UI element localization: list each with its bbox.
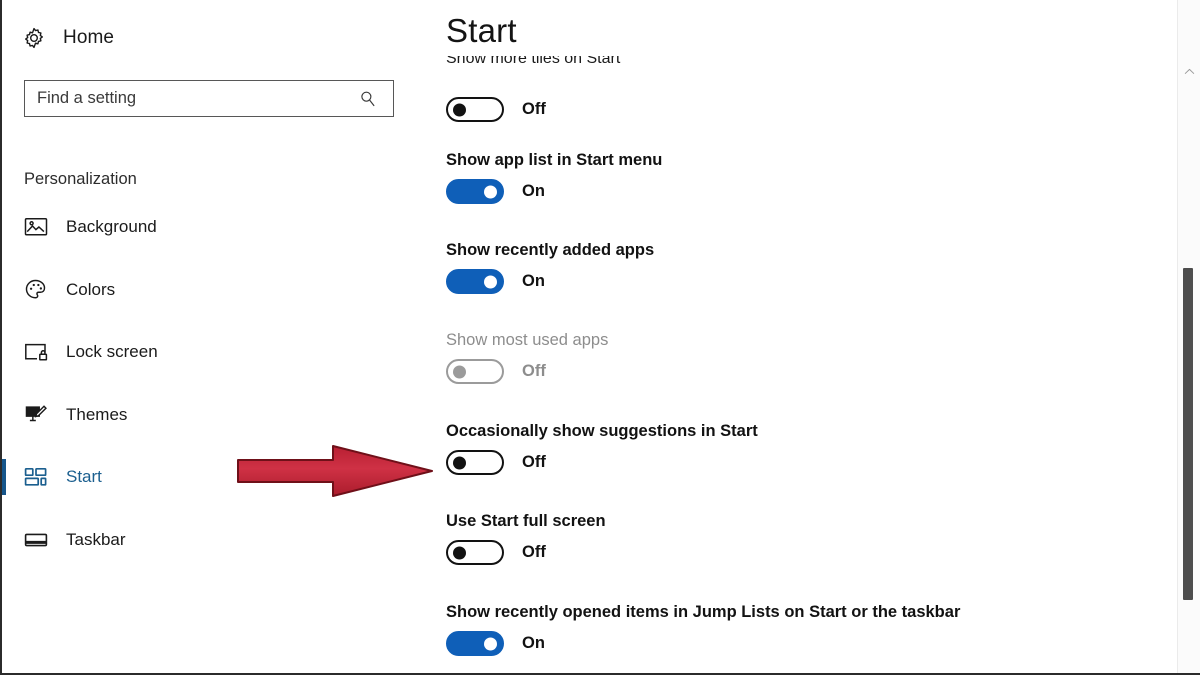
toggle-knob <box>484 637 497 650</box>
home-button[interactable]: Home <box>22 20 114 56</box>
themes-brush-icon <box>24 404 50 426</box>
toggle-state-label: On <box>522 634 545 652</box>
scroll-up-button[interactable] <box>1178 60 1200 82</box>
taskbar-icon <box>24 529 50 551</box>
vertical-scrollbar[interactable] <box>1177 0 1200 673</box>
palette-icon <box>24 279 50 301</box>
search-icon[interactable] <box>359 90 377 108</box>
setting-use-start-full-screen: Use Start full screen Off <box>446 511 1146 565</box>
nav-group-title: Personalization <box>24 170 137 188</box>
toggle-show-app-list[interactable] <box>446 179 504 204</box>
setting-occasionally-show-suggestions: Occasionally show suggestions in Start O… <box>446 421 1146 475</box>
setting-label: Show most used apps <box>446 331 609 349</box>
setting-label: Show more tiles on Start <box>446 56 621 67</box>
nav-list: Background Colors Lock screen Themes Sta… <box>2 212 422 587</box>
toggle-state-label: Off <box>522 453 546 471</box>
chevron-up-icon <box>1184 62 1195 80</box>
toggle-state-label: On <box>522 272 545 290</box>
setting-label: Use Start full screen <box>446 512 606 530</box>
setting-label: Show recently opened items in Jump Lists… <box>446 603 961 621</box>
search-input[interactable] <box>25 81 355 116</box>
toggle-occasionally-show-suggestions[interactable] <box>446 450 504 475</box>
scrollbar-thumb[interactable] <box>1183 268 1193 600</box>
sidebar-item-taskbar[interactable]: Taskbar <box>2 525 422 555</box>
sidebar-item-label: Colors <box>66 279 116 299</box>
sidebar-item-colors[interactable]: Colors <box>2 275 422 305</box>
toggle-row: Off <box>446 450 1146 475</box>
toggle-show-recently-opened-items[interactable] <box>446 631 504 656</box>
gear-icon <box>22 26 46 50</box>
settings-content-pane: Start Show more tiles on Start Off Show … <box>422 0 1182 673</box>
toggle-knob <box>453 456 466 469</box>
navigation-sidebar: Home Personalization <box>2 0 422 673</box>
toggle-show-more-tiles[interactable] <box>446 97 504 122</box>
sidebar-item-label: Taskbar <box>66 529 126 549</box>
setting-show-more-tiles: Off <box>446 88 1146 122</box>
home-label: Home <box>63 27 115 48</box>
toggle-row: Off <box>446 359 1146 384</box>
toggle-show-recently-added-apps[interactable] <box>446 269 504 294</box>
search-box[interactable] <box>24 80 394 117</box>
sidebar-item-background[interactable]: Background <box>2 212 422 242</box>
page-title: Start <box>446 12 517 49</box>
toggle-row: On <box>446 631 1146 656</box>
toggle-state-label: Off <box>522 362 546 380</box>
toggle-state-label: On <box>522 182 545 200</box>
setting-show-recently-added-apps: Show recently added apps On <box>446 240 1146 294</box>
toggle-knob <box>484 275 497 288</box>
toggle-knob <box>453 103 466 116</box>
toggle-row: Off <box>446 540 1146 565</box>
setting-show-more-tiles-label-clipped: Show more tiles on Start <box>446 56 1146 74</box>
toggle-row: Off <box>446 97 1146 122</box>
lock-screen-icon <box>24 341 50 363</box>
setting-show-recently-opened-items: Show recently opened items in Jump Lists… <box>446 602 1146 656</box>
toggle-use-start-full-screen[interactable] <box>446 540 504 565</box>
setting-label: Show recently added apps <box>446 241 655 259</box>
toggle-state-label: Off <box>522 100 546 118</box>
sidebar-item-label: Background <box>66 217 157 236</box>
sidebar-item-lock-screen[interactable]: Lock screen <box>2 337 422 367</box>
toggle-knob <box>453 546 466 559</box>
start-tiles-icon <box>24 466 50 488</box>
toggle-knob <box>453 365 466 378</box>
toggle-row: On <box>446 179 1146 204</box>
picture-icon <box>24 216 50 238</box>
sidebar-item-label: Lock screen <box>66 342 158 361</box>
toggle-state-label: Off <box>522 543 546 561</box>
sidebar-item-start[interactable]: Start <box>2 459 422 495</box>
setting-label: Occasionally show suggestions in Start <box>446 422 758 440</box>
sidebar-item-themes[interactable]: Themes <box>2 400 422 430</box>
setting-label: Show app list in Start menu <box>446 151 663 169</box>
settings-window: Home Personalization <box>0 0 1200 675</box>
sidebar-item-label: Themes <box>66 404 128 424</box>
setting-show-app-list: Show app list in Start menu On <box>446 150 1146 204</box>
setting-show-most-used-apps: Show most used apps Off <box>446 330 1146 384</box>
toggle-knob <box>484 185 497 198</box>
toggle-row: On <box>446 269 1146 294</box>
sidebar-item-label: Start <box>66 467 102 486</box>
toggle-show-most-used-apps <box>446 359 504 384</box>
